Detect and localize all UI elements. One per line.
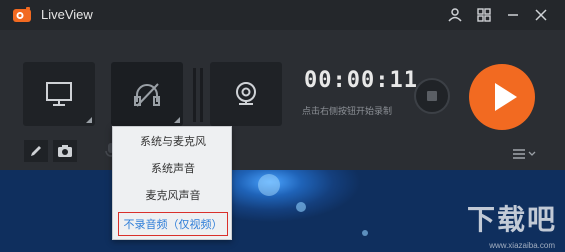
close-icon[interactable] (532, 6, 550, 24)
audio-source-menu: 系统与麦克风 系统声音 麦克风声音 不录音频（仅视频） (112, 126, 232, 240)
minimize-icon[interactable] (504, 6, 522, 24)
stop-icon (427, 91, 437, 101)
screen-source-button[interactable] (23, 62, 95, 126)
divider (193, 68, 196, 122)
dropdown-corner-indicator (86, 117, 92, 123)
stop-button[interactable] (414, 78, 450, 114)
monitor-icon (46, 82, 72, 106)
control-panel: 00:00:11 点击右侧按钮开始录制 (0, 30, 565, 170)
camera-icon (58, 145, 72, 157)
pencil-icon (31, 146, 41, 156)
webcam-icon (236, 82, 256, 105)
grid-icon[interactable] (475, 6, 493, 24)
title-bar: LiveView (0, 0, 565, 30)
menu-item-system-audio[interactable]: 系统声音 (113, 157, 233, 181)
play-icon (495, 83, 517, 111)
light-flare (296, 202, 306, 212)
light-flare (258, 174, 280, 196)
recording-timer: 00:00:11 (304, 68, 418, 93)
start-hint-text: 点击右侧按钮开始录制 (302, 107, 393, 117)
menu-item-no-audio[interactable]: 不录音频（仅视频） (118, 212, 228, 236)
menu-icon[interactable] (511, 146, 539, 160)
audio-off-icon (134, 83, 160, 107)
watermark-url: www.xiazaiba.com (489, 241, 555, 250)
app-logo-icon (12, 6, 32, 24)
watermark-logo: 下载吧 (466, 203, 557, 236)
start-record-button[interactable] (469, 64, 535, 130)
webcam-source-button[interactable] (210, 62, 282, 126)
light-flare (362, 230, 368, 236)
menu-item-mic-audio[interactable]: 麦克风声音 (113, 184, 233, 208)
audio-source-button[interactable] (111, 62, 183, 126)
liveview-window: LiveView 00:00:11 点击右侧按钮开始录制 系统与麦克风 系统声音… (0, 0, 565, 252)
dropdown-corner-indicator (174, 117, 180, 123)
menu-item-system-and-mic[interactable]: 系统与麦克风 (113, 130, 233, 154)
divider (200, 68, 203, 122)
app-title: LiveView (41, 7, 93, 22)
user-icon[interactable] (446, 6, 464, 24)
annotate-button[interactable] (24, 140, 48, 162)
screenshot-button[interactable] (53, 140, 77, 162)
